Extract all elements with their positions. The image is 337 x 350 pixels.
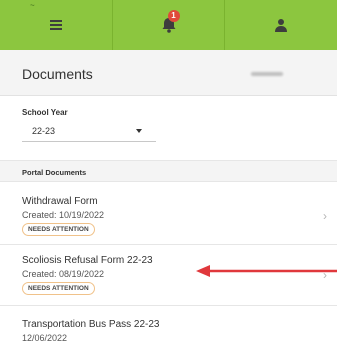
document-created-date: Created: 10/19/2022: [22, 210, 105, 220]
school-year-select[interactable]: 22-23: [22, 122, 156, 142]
notification-badge: 1: [167, 10, 180, 22]
document-row[interactable]: Transportation Bus Pass 22-23 12/06/2022: [0, 307, 337, 350]
needs-attention-badge: NEEDS ATTENTION: [22, 282, 95, 295]
profile-tab[interactable]: [224, 0, 336, 50]
top-nav-bar: ~ 1: [0, 0, 337, 50]
truncated-text: ~: [30, 1, 35, 10]
bell-icon: 1: [160, 10, 180, 34]
section-label: Portal Documents: [22, 168, 87, 177]
document-created-date: 12/06/2022: [22, 333, 68, 343]
school-year-value: 22-23: [32, 126, 56, 136]
document-name: Transportation Bus Pass 22-23: [22, 319, 160, 330]
document-row[interactable]: Withdrawal Form Created: 10/19/2022 NEED…: [0, 183, 337, 245]
caret-down-icon: [136, 129, 142, 133]
notifications-tab[interactable]: 1: [112, 0, 224, 50]
section-header: Portal Documents: [0, 160, 337, 182]
page-header: Documents: [0, 50, 337, 96]
document-created-date: Created: 08/19/2022: [22, 269, 105, 279]
user-icon: [274, 19, 287, 32]
page-title: Documents: [22, 66, 93, 82]
hamburger-icon: [50, 20, 62, 30]
user-name-redacted: [251, 72, 283, 76]
menu-tab[interactable]: ~: [0, 0, 112, 50]
document-name: Withdrawal Form: [22, 196, 98, 207]
chevron-right-icon: ›: [323, 209, 327, 223]
needs-attention-badge: NEEDS ATTENTION: [22, 223, 95, 236]
document-name: Scoliosis Refusal Form 22-23: [22, 255, 153, 266]
annotation-arrow: [196, 265, 337, 277]
school-year-label: School Year: [22, 108, 68, 117]
